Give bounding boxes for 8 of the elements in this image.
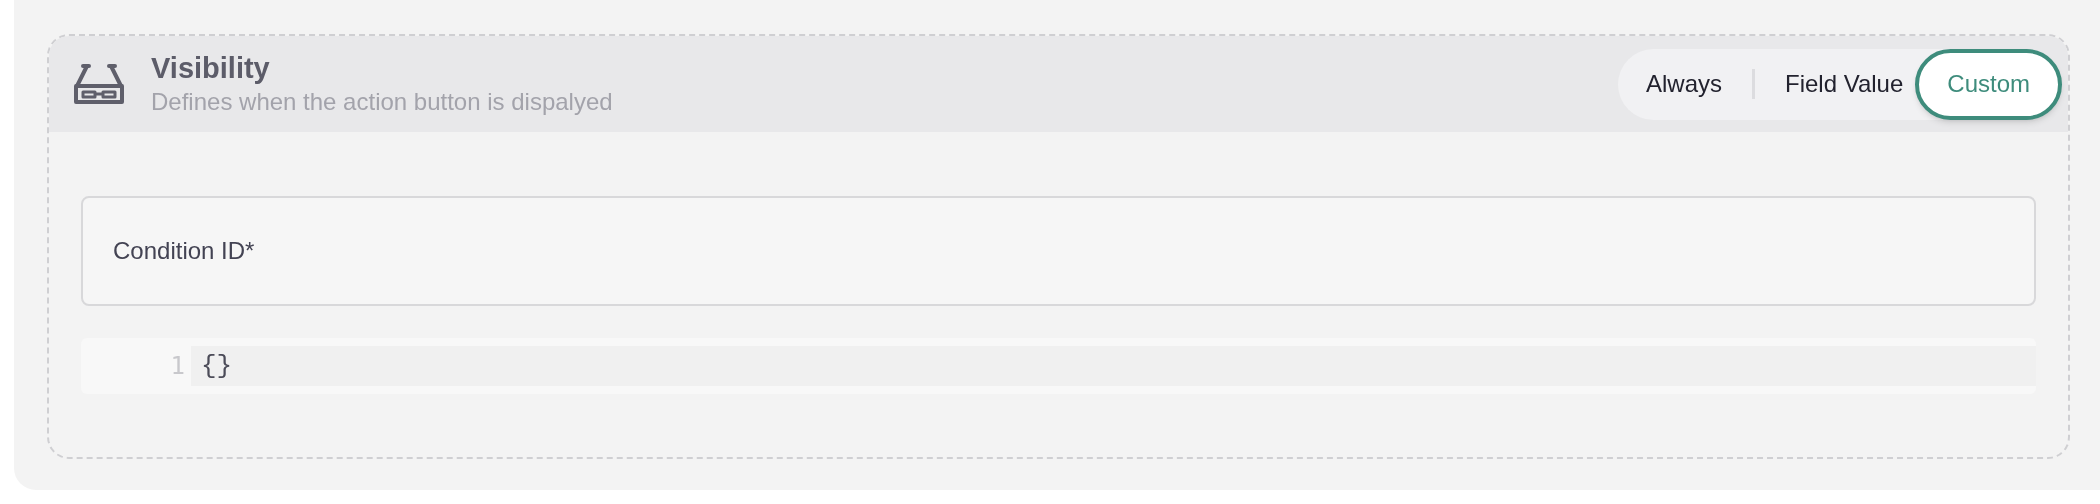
condition-id-field[interactable]: Condition ID*: [81, 196, 2036, 306]
field-label: Condition ID*: [113, 236, 255, 266]
section-subtitle: Defines when the action button is dispalyed: [151, 87, 614, 117]
mode-tab[interactable]: Field Value: [1785, 48, 1904, 120]
glasses-icon: [73, 62, 125, 106]
mode-tab[interactable]: Always: [1646, 48, 1722, 120]
mode-tab[interactable]: Custom: [1915, 48, 2062, 120]
section-title: Visibility: [151, 51, 271, 86]
